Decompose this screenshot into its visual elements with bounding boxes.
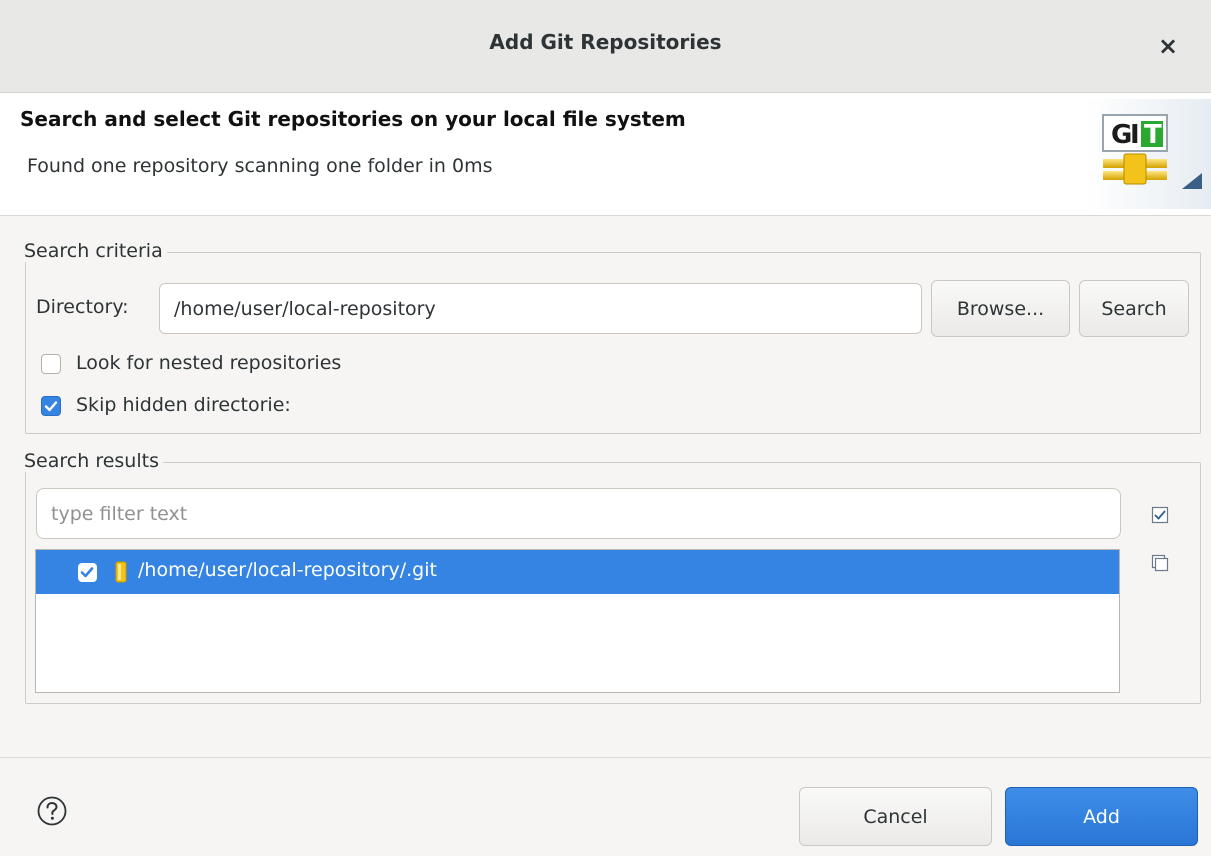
- title-bar: Add Git Repositories ×: [0, 0, 1211, 93]
- repository-checkbox[interactable]: [78, 563, 97, 582]
- close-icon: ×: [1157, 32, 1179, 60]
- header-subtitle: Found one repository scanning one folder…: [27, 155, 493, 177]
- search-criteria-legend: Search criteria: [24, 240, 167, 262]
- browse-button[interactable]: Browse...: [931, 280, 1070, 337]
- directory-input[interactable]: [159, 283, 922, 334]
- dialog-title: Add Git Repositories: [489, 30, 722, 54]
- repository-path: /home/user/local-repository/.git: [138, 559, 437, 581]
- search-button[interactable]: Search: [1079, 280, 1189, 337]
- skip-hidden-label[interactable]: Skip hidden directorie:: [76, 394, 291, 416]
- tree-row[interactable]: /home/user/local-repository/.git: [36, 550, 1119, 594]
- skip-hidden-checkbox[interactable]: [41, 396, 61, 416]
- repository-icon: [115, 561, 127, 583]
- search-results-legend: Search results: [24, 450, 163, 472]
- nested-repositories-label[interactable]: Look for nested repositories: [76, 352, 341, 374]
- svg-text:I: I: [1130, 120, 1140, 150]
- cancel-button[interactable]: Cancel: [799, 787, 992, 846]
- add-button[interactable]: Add: [1005, 787, 1198, 846]
- git-logo-icon: G I T: [1086, 99, 1211, 209]
- close-button[interactable]: ×: [1153, 26, 1183, 66]
- deselect-all-icon[interactable]: [1151, 554, 1169, 572]
- select-all-icon[interactable]: [1151, 506, 1169, 524]
- directory-label: Directory:: [36, 296, 129, 318]
- nested-repositories-checkbox[interactable]: [41, 354, 61, 374]
- checkmark-icon: [80, 567, 94, 578]
- repository-tree[interactable]: /home/user/local-repository/.git: [35, 549, 1120, 693]
- checkmark-icon: [44, 401, 58, 412]
- header-title: Search and select Git repositories on yo…: [20, 107, 686, 131]
- svg-text:T: T: [1144, 120, 1162, 150]
- footer-separator: [0, 757, 1211, 758]
- wizard-header: Search and select Git repositories on yo…: [0, 93, 1211, 216]
- filter-input[interactable]: [36, 488, 1121, 539]
- help-icon[interactable]: [36, 795, 68, 827]
